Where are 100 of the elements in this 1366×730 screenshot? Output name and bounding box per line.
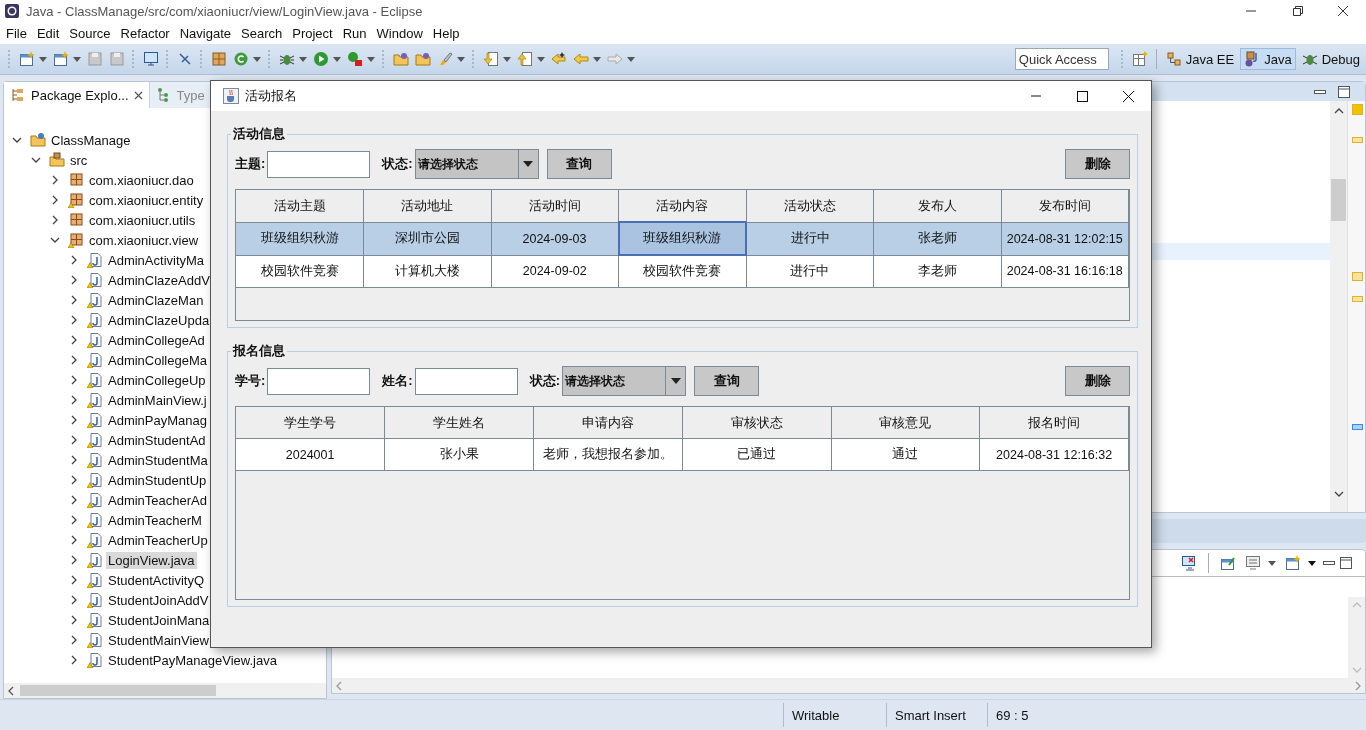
scroll-left-icon[interactable]: [8, 685, 14, 696]
monitor-icon[interactable]: [143, 51, 159, 67]
collapsed-chevron-icon[interactable]: [69, 615, 79, 625]
table-row[interactable]: 班级组织秋游 深圳市公园 2024-09-03 班级组织秋游 进行中 张老师 2024-08-31 12:02:15: [236, 222, 1129, 255]
tree-item[interactable]: StudentJoinAddV: [106, 591, 211, 609]
tree-item[interactable]: src: [68, 151, 90, 169]
tree-item[interactable]: com.xiaoniucr.dao: [87, 171, 196, 189]
menu-item[interactable]: Help: [427, 25, 465, 41]
tree-item[interactable]: AdminMainView.j: [106, 391, 209, 409]
collapsed-chevron-icon[interactable]: [69, 375, 79, 385]
collapsed-chevron-icon[interactable]: [69, 395, 79, 405]
expanded-chevron-icon[interactable]: [31, 155, 41, 165]
warning-marker[interactable]: [1352, 137, 1363, 143]
tree-item[interactable]: AdminStudentAd: [106, 431, 208, 449]
expanded-chevron-icon[interactable]: [12, 135, 22, 145]
collapsed-chevron-icon[interactable]: [69, 415, 79, 425]
collapsed-chevron-icon[interactable]: [69, 635, 79, 645]
monitor-icon[interactable]: [1245, 555, 1261, 571]
open-perspective-icon[interactable]: [1131, 51, 1148, 67]
column-header[interactable]: 活动状态: [746, 190, 874, 222]
column-header[interactable]: 学生姓名: [384, 407, 534, 439]
column-header[interactable]: 活动内容: [618, 190, 746, 222]
tree-item[interactable]: StudentMainView: [106, 631, 211, 649]
tree-item[interactable]: AdminCollegeUp: [106, 371, 208, 389]
menu-item[interactable]: Refactor: [115, 25, 175, 41]
new-window-icon[interactable]: [1285, 555, 1301, 571]
text-field[interactable]: [267, 150, 371, 178]
scrollbar[interactable]: [1330, 101, 1347, 512]
quick-access-field[interactable]: Quick Access: [1014, 48, 1109, 70]
text-field[interactable]: [414, 367, 518, 395]
table-row[interactable]: 校园软件竞赛 计算机大楼 2024-09-02 校园软件竞赛 进行中 李老师 2024-08-31 16:16:18: [236, 255, 1129, 288]
delete-button[interactable]: 删除: [1065, 366, 1130, 396]
tree-item[interactable]: AdminTeacherM: [106, 511, 204, 529]
column-header[interactable]: 活动时间: [491, 190, 619, 222]
new-class-icon[interactable]: [53, 51, 69, 67]
scrollbar[interactable]: [4, 683, 326, 698]
collapsed-chevron-icon[interactable]: [69, 435, 79, 445]
status-dropdown[interactable]: 请选择状态: [414, 149, 539, 179]
column-header[interactable]: 发布时间: [1001, 190, 1129, 222]
tree-item[interactable]: StudentJoinMana: [106, 611, 212, 629]
perspective-button[interactable]: Java: [1240, 48, 1296, 70]
column-header[interactable]: 申请内容: [533, 407, 683, 439]
perspective-button[interactable]: Debug: [1297, 48, 1364, 70]
collapsed-chevron-icon[interactable]: [69, 595, 79, 605]
collapsed-chevron-icon[interactable]: [69, 355, 79, 365]
collapsed-chevron-icon[interactable]: [69, 455, 79, 465]
query-button[interactable]: 查询: [546, 149, 612, 179]
previous-annotation-icon[interactable]: [517, 51, 533, 67]
collapsed-chevron-icon[interactable]: [69, 335, 79, 345]
tree-item[interactable]: com.xiaoniucr.entity: [87, 191, 206, 209]
maximize-icon[interactable]: [1339, 557, 1353, 569]
tree-item[interactable]: AdminClazeUpda: [106, 311, 212, 329]
column-header[interactable]: 活动地址: [363, 190, 491, 222]
tree-item[interactable]: AdminCollegeMa: [106, 351, 209, 369]
back-icon[interactable]: [551, 51, 567, 67]
column-header[interactable]: 报名时间: [979, 407, 1129, 439]
expanded-chevron-icon[interactable]: [50, 235, 60, 245]
warning-marker[interactable]: [1352, 104, 1363, 115]
collapsed-chevron-icon[interactable]: [69, 275, 79, 285]
collapsed-chevron-icon[interactable]: [69, 555, 79, 565]
perspective-button[interactable]: Java EE: [1161, 48, 1239, 70]
caret-icon[interactable]: [1268, 560, 1276, 566]
folder-icon[interactable]: [393, 51, 409, 67]
table-row[interactable]: 2024001 张小果 老师，我想报名参加。 已通过 通过 2024-08-31 12:16:32: [236, 438, 1129, 471]
column-header[interactable]: 活动主题: [236, 190, 364, 222]
run-config-icon[interactable]: [347, 51, 363, 67]
collapsed-chevron-icon[interactable]: [50, 175, 60, 185]
tree-item[interactable]: AdminCollegeAd: [106, 331, 207, 349]
close-icon[interactable]: [133, 90, 143, 100]
tree-item[interactable]: AdminStudentUp: [106, 471, 209, 489]
scroll-thumb[interactable]: [20, 685, 216, 696]
column-header[interactable]: 审核意见: [831, 407, 980, 439]
menu-item[interactable]: Navigate: [174, 25, 236, 41]
package-icon[interactable]: [211, 51, 227, 67]
collapsed-chevron-icon[interactable]: [69, 515, 79, 525]
collapsed-chevron-icon[interactable]: [69, 475, 79, 485]
text-field[interactable]: [267, 367, 371, 395]
run-icon[interactable]: [313, 51, 329, 67]
collapsed-chevron-icon[interactable]: [69, 315, 79, 325]
tree-item[interactable]: com.xiaoniucr.view: [87, 231, 201, 249]
menu-item[interactable]: Source: [64, 25, 116, 41]
collapsed-chevron-icon[interactable]: [50, 215, 60, 225]
warning-marker[interactable]: [1352, 272, 1363, 281]
refresh-icon[interactable]: [233, 51, 249, 67]
tree-item[interactable]: AdminPayManag: [106, 411, 209, 429]
tree-item[interactable]: AdminClazeMan: [106, 291, 206, 309]
new-window-icon[interactable]: [19, 51, 35, 67]
collapsed-chevron-icon[interactable]: [69, 295, 79, 305]
delete-button[interactable]: 删除: [1065, 149, 1130, 179]
folder-icon[interactable]: [415, 51, 431, 67]
query-button[interactable]: 查询: [694, 366, 760, 396]
tree-item[interactable]: StudentActivityQ: [106, 571, 207, 589]
caret-icon[interactable]: [1308, 560, 1316, 566]
scroll-up-icon[interactable]: [1333, 107, 1344, 115]
collapsed-chevron-icon[interactable]: [69, 495, 79, 505]
column-header[interactable]: 学生学号: [236, 407, 385, 439]
menu-item[interactable]: Run: [337, 25, 372, 41]
collapsed-chevron-icon[interactable]: [69, 255, 79, 265]
brush-icon[interactable]: [437, 51, 453, 67]
next-annotation-icon[interactable]: [483, 51, 499, 67]
